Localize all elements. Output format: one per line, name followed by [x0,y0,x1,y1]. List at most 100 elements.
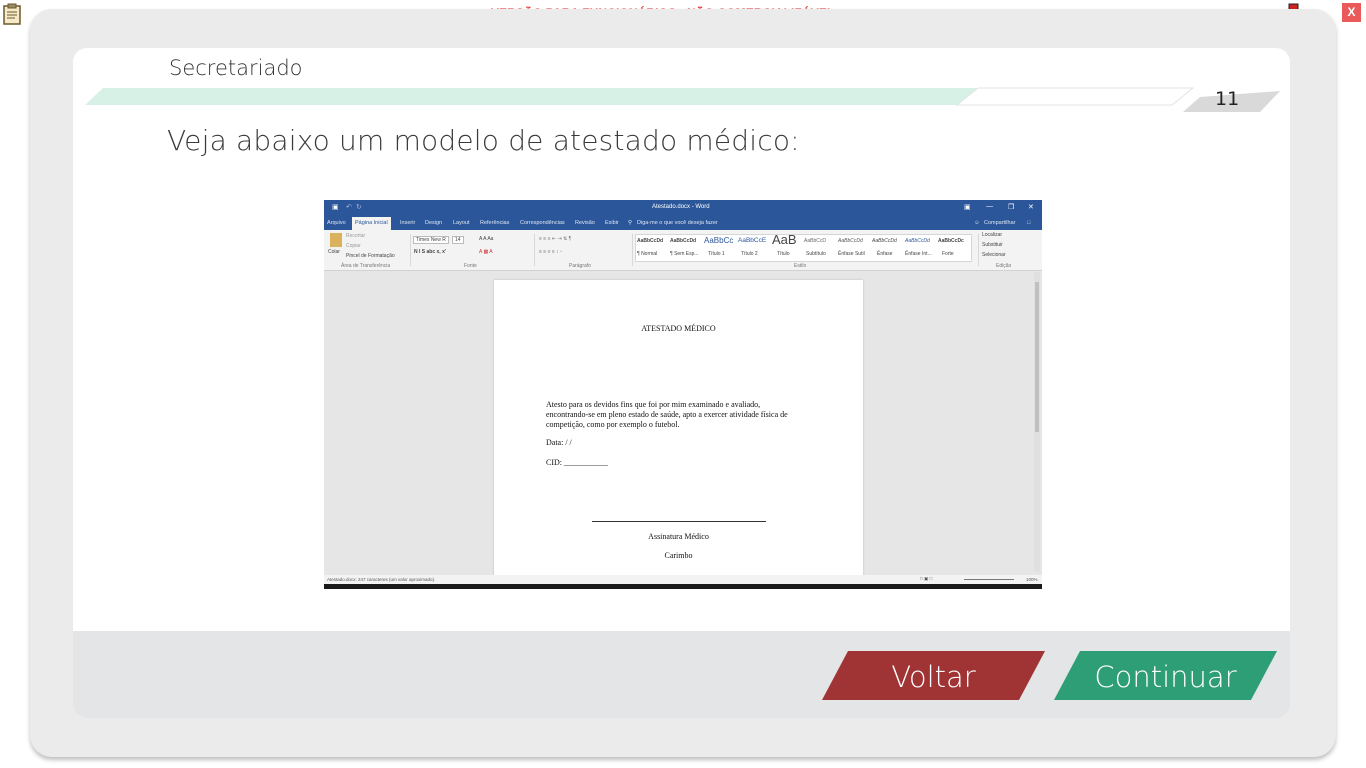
page-number: 11 [1215,88,1240,110]
style-name: Título [777,251,790,257]
word-tabs: Arquivo Página Inicial Inserir Design La… [324,217,1042,230]
date-line: Data: / / [546,438,572,447]
style-name: ¶ Normal [637,251,658,257]
word-tab: Exibir [605,220,619,226]
paragraph-group-label: Parágrafo [569,263,591,269]
ribbon-separator [410,234,411,266]
word-doc-title: Atestado.docx - Word [652,204,710,210]
style-preview: AaB [772,232,797,247]
style-preview: AaBbCcDd [905,238,930,244]
font-grow-icon: A A Aa [479,236,494,242]
word-tab: Design [425,220,443,226]
style-preview: AaBbCc [704,236,734,245]
align-icons: ≡ ≡ ≡ ≡ ↕ ▫ [539,249,562,255]
document-body-line: competição, como por exemplo o futebol. [546,420,680,429]
word-tab-active: Página Inicial [352,217,391,230]
styles-gallery: AaBbCcDd AaBbCcDd AaBbCc AaBbCcE AaB AaB… [635,232,972,262]
cut-label: Recortar [346,233,366,239]
style-name: Ênfase Int... [905,251,932,257]
document-body-line: Atesto para os devidos fins que foi por … [546,400,761,409]
find-label: Localizar [982,232,1003,238]
word-tab: Arquivo [327,220,346,226]
style-name: Forte [942,251,954,257]
word-screenshot: ▣ ↶ ↻ Atestado.docx - Word ▣ — ❐ ✕ Arqui… [324,200,1042,589]
header-stripe [85,87,1280,112]
style-name: Título 2 [741,251,758,257]
document-page: ATESTADO MÉDICO Atesto para os devidos f… [494,280,863,577]
signature-label: Assinatura Médico [648,532,709,541]
comment-icon: □ [1027,220,1031,226]
back-button-label: Voltar [891,660,976,694]
clipboard-icon[interactable] [3,3,21,25]
clipboard-group-label: Área de Transferência [341,263,391,269]
format-painter-label: Pincel de Formatação [346,253,395,259]
share-label: Compartilhar [984,220,1016,226]
continue-button[interactable]: Continuar [1052,649,1279,702]
paste-icon [330,233,342,247]
status-text: Atestado.docx: 247 caracteres (um valor … [327,577,436,582]
word-ribbon: Colar Recortar Copiar Pincel de Formataç… [324,230,1042,271]
word-tab: Revisão [575,220,595,226]
word-tab: Inserir [400,220,416,226]
ribbon-separator [978,234,979,266]
close-button[interactable]: X [1342,3,1361,22]
style-preview: AaBbCcE [738,237,767,244]
styles-group-label: Estilo [794,263,807,269]
restore-icon: ❐ [1008,204,1015,211]
cid-line: CID: ___________ [546,458,608,467]
back-button[interactable]: Voltar [820,649,1047,702]
lightbulb-icon: ⚲ [628,220,633,226]
save-icon: ▣ [332,204,339,211]
ribbon-separator [632,234,633,266]
tell-me-box: Diga-me o que você deseja fazer [637,220,718,226]
editing-group-label: Edição [996,263,1012,269]
style-name: Subtítulo [806,251,826,257]
minimize-icon: — [986,203,993,210]
undo-icon: ↶ [346,204,352,211]
zoom-slider [964,579,1014,580]
taskbar-strip [324,584,1042,589]
word-tab: Layout [453,220,470,226]
zoom-level: 100% [1026,577,1038,582]
replace-label: Substituir [982,242,1003,248]
copy-label: Copiar [346,243,361,249]
style-name: ¶ Sem Esp... [670,251,699,257]
signature-line [592,521,766,522]
paste-label: Colar [328,249,340,255]
redo-icon: ↻ [356,204,362,211]
style-preview: AaBbCcDd [838,238,863,244]
style-name: Ênfase [877,251,893,257]
word-tab: Referências [480,220,510,226]
word-close-icon: ✕ [1028,204,1034,211]
stamp-label: Carimbo [664,551,693,560]
section-title: Secretariado [169,56,303,80]
font-name-box: Times New R [413,236,449,244]
style-preview: AaBbCcDd [637,238,664,244]
style-preview: AaBbCcDd [670,238,697,244]
document-title: ATESTADO MÉDICO [641,324,716,333]
continue-button-label: Continuar [1094,660,1237,694]
word-title-bar: ▣ ↶ ↻ Atestado.docx - Word ▣ — ❐ ✕ [324,200,1042,217]
style-name: Título 1 [708,251,725,257]
ribbon-separator [534,234,535,266]
style-preview: AaBbCcDc [938,238,964,244]
style-name: Ênfase Sutil [838,251,865,257]
font-format-icons: N I S abc x, x' [414,249,447,255]
select-label: Selecionar [982,252,1006,258]
content-card: Secretariado 11 Veja abaixo um modelo de… [73,48,1290,718]
share-icon: ☺ [974,220,980,226]
document-body-line: encontrando-se em pleno estado de saúde,… [546,410,788,419]
font-size-box: 14 [452,236,464,244]
page-heading: Veja abaixo um modelo de atestado médico… [167,124,800,157]
font-color-icon: A ▩ A [479,249,493,255]
list-icons: ≡ ≡ ≡ ⇤ ⇥ ⇅ ¶ [539,236,572,242]
font-group-label: Fonte [464,263,477,269]
view-icons: □ ▣ □ [920,576,933,581]
ribbon-options-icon: ▣ [964,204,971,211]
word-tab: Correspondências [520,220,565,226]
word-status-bar: Atestado.docx: 247 caracteres (um valor … [324,575,1042,584]
style-preview: AaBbCcDd [872,238,897,244]
scroll-thumb [1035,282,1039,432]
word-scrollbar [1034,272,1040,572]
style-preview: AaBbCcD [804,238,826,244]
